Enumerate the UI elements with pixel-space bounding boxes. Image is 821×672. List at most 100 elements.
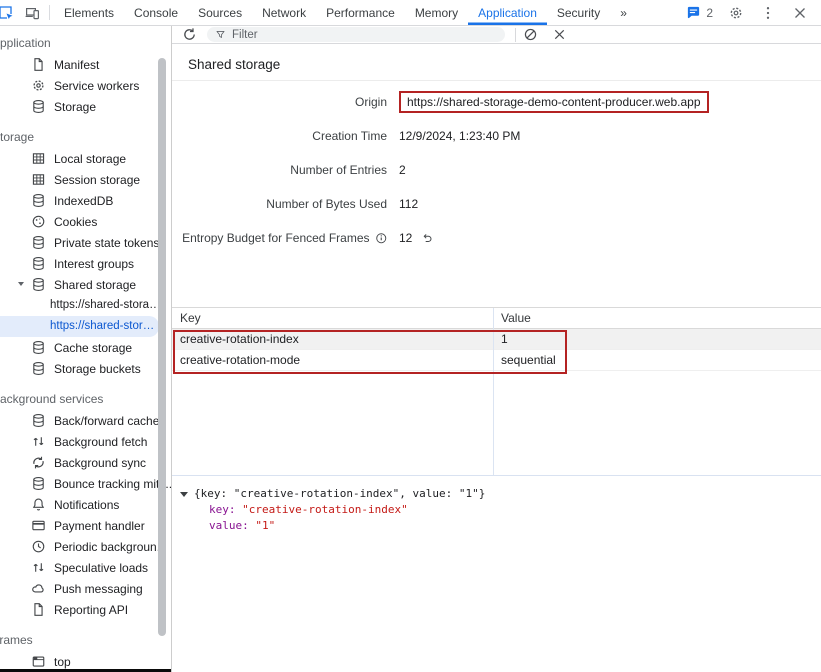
issues-counter[interactable]: 2 bbox=[682, 5, 717, 20]
property-name: key: bbox=[209, 503, 236, 516]
sidebar-item-service-workers[interactable]: Service workers bbox=[0, 75, 171, 96]
metadata-label: Number of Bytes Used bbox=[172, 197, 387, 211]
sidebar-item-background-sync[interactable]: Background sync bbox=[0, 452, 171, 473]
triangle-down-icon[interactable] bbox=[180, 492, 188, 497]
page-title: Shared storage bbox=[172, 44, 821, 81]
payment-card-icon bbox=[31, 518, 46, 533]
issues-count: 2 bbox=[706, 6, 713, 20]
database-icon bbox=[31, 193, 46, 208]
device-toolbar-icon[interactable] bbox=[19, 0, 45, 25]
tab-performance[interactable]: Performance bbox=[316, 0, 405, 25]
sidebar-item-interest-groups[interactable]: Interest groups bbox=[0, 253, 171, 274]
cell-value: 1 bbox=[493, 332, 821, 346]
metadata-row-bytes-used: Number of Bytes Used 112 bbox=[172, 187, 821, 221]
sidebar-item-back-forward-cache[interactable]: Back/forward cache bbox=[0, 410, 171, 431]
up-down-arrows-icon bbox=[31, 434, 46, 449]
entropy-budget-value: 12 bbox=[399, 231, 412, 245]
grid-icon bbox=[31, 151, 46, 166]
metadata-row-entropy-budget: Entropy Budget for Fenced Frames 12 bbox=[172, 221, 821, 255]
tab-memory[interactable]: Memory bbox=[405, 0, 468, 25]
property-name: value: bbox=[209, 519, 249, 532]
document-icon bbox=[31, 602, 46, 617]
sidebar-item-background-fetch[interactable]: Background fetch bbox=[0, 431, 171, 452]
table-row[interactable]: creative-rotation-mode sequential bbox=[172, 350, 821, 371]
sidebar-item-shared-storage-origin-1[interactable]: https://shared-storage... bbox=[0, 295, 165, 316]
sidebar-item-push-messaging[interactable]: Push messaging bbox=[0, 578, 171, 599]
cell-key: creative-rotation-index bbox=[172, 332, 493, 346]
info-icon[interactable] bbox=[375, 232, 388, 245]
devtools-toolbar-icons bbox=[0, 0, 54, 25]
refresh-icon[interactable] bbox=[180, 27, 199, 42]
property-value: "creative-rotation-index" bbox=[242, 503, 408, 516]
tab-elements[interactable]: Elements bbox=[54, 0, 124, 25]
column-header-value[interactable]: Value bbox=[493, 311, 821, 325]
column-divider[interactable] bbox=[493, 308, 494, 475]
close-devtools-icon[interactable] bbox=[787, 0, 813, 25]
chevron-down-icon[interactable] bbox=[18, 282, 24, 286]
toolbar-divider bbox=[49, 5, 50, 20]
application-sidebar: Application Manifest Service workers Sto… bbox=[0, 26, 172, 672]
delete-selected-icon[interactable] bbox=[545, 27, 574, 42]
sidebar-item-manifest[interactable]: Manifest bbox=[0, 54, 171, 75]
up-down-arrows-icon bbox=[31, 560, 46, 575]
database-icon bbox=[31, 277, 46, 292]
sidebar-item-shared-storage-origin-2-selected[interactable]: https://shared-storage... bbox=[0, 316, 159, 337]
section-header-storage: Storage bbox=[0, 126, 171, 148]
sidebar-section-application: Application Manifest Service workers Sto… bbox=[0, 32, 171, 117]
sidebar-item-periodic-background-sync[interactable]: Periodic backgroun... bbox=[0, 536, 171, 557]
bell-icon bbox=[31, 497, 46, 512]
sidebar-item-storage[interactable]: Storage bbox=[0, 96, 171, 117]
sidebar-item-cache-storage[interactable]: Cache storage bbox=[0, 337, 171, 358]
sidebar-item-storage-buckets[interactable]: Storage buckets bbox=[0, 358, 171, 379]
sidebar-item-local-storage[interactable]: Local storage bbox=[0, 148, 171, 169]
metadata-row-creation-time: Creation Time 12/9/2024, 1:23:40 PM bbox=[172, 119, 821, 153]
cookie-icon bbox=[31, 214, 46, 229]
preview-pane: {key: "creative-rotation-index", value: … bbox=[172, 476, 821, 534]
kebab-menu-icon[interactable] bbox=[755, 0, 781, 25]
document-icon bbox=[31, 57, 46, 72]
shared-storage-toolbar bbox=[172, 26, 821, 44]
metadata-label: Origin bbox=[172, 95, 387, 109]
tab-console[interactable]: Console bbox=[124, 0, 188, 25]
tab-security[interactable]: Security bbox=[547, 0, 610, 25]
settings-gear-icon[interactable] bbox=[723, 0, 749, 25]
sidebar-item-reporting-api[interactable]: Reporting API bbox=[0, 599, 171, 620]
shared-storage-metadata: Origin https://shared-storage-demo-conte… bbox=[172, 81, 821, 255]
sidebar-section-background-services: Background services Back/forward cache B… bbox=[0, 388, 171, 620]
grid-empty-area bbox=[172, 371, 821, 475]
grid-icon bbox=[31, 172, 46, 187]
devtools-tabbar: Elements Console Sources Network Perform… bbox=[0, 0, 821, 26]
sidebar-item-shared-storage[interactable]: Shared storage bbox=[0, 274, 171, 295]
metadata-label: Entropy Budget for Fenced Frames bbox=[182, 231, 369, 245]
tab-network[interactable]: Network bbox=[252, 0, 316, 25]
tab-sources[interactable]: Sources bbox=[188, 0, 252, 25]
grid-header-row: Key Value bbox=[172, 308, 821, 329]
shared-storage-items-grid: Key Value creative-rotation-index 1 crea… bbox=[172, 307, 821, 476]
sidebar-item-bounce-tracking[interactable]: Bounce tracking miti... bbox=[0, 473, 171, 494]
sidebar-item-speculative-loads[interactable]: Speculative loads bbox=[0, 557, 171, 578]
service-worker-icon bbox=[31, 78, 46, 93]
sidebar-scrollbar[interactable] bbox=[158, 58, 166, 636]
table-row[interactable]: creative-rotation-index 1 bbox=[172, 329, 821, 350]
more-tabs-button[interactable]: » bbox=[610, 0, 637, 25]
filter-field[interactable] bbox=[207, 27, 505, 42]
sidebar-item-payment-handler[interactable]: Payment handler bbox=[0, 515, 171, 536]
object-preview-summary: {key: "creative-rotation-index", value: … bbox=[194, 486, 485, 502]
sidebar-item-private-state-tokens[interactable]: Private state tokens bbox=[0, 232, 171, 253]
sidebar-item-indexeddb[interactable]: IndexedDB bbox=[0, 190, 171, 211]
creation-time-value: 12/9/2024, 1:23:40 PM bbox=[399, 129, 520, 143]
inspect-element-icon[interactable] bbox=[0, 0, 19, 25]
column-header-key[interactable]: Key bbox=[172, 311, 493, 325]
database-icon bbox=[31, 361, 46, 376]
metadata-label: Number of Entries bbox=[172, 163, 387, 177]
reset-budget-icon[interactable] bbox=[421, 232, 434, 245]
database-icon bbox=[31, 340, 46, 355]
tab-application[interactable]: Application bbox=[468, 0, 547, 25]
clear-all-icon[interactable] bbox=[516, 27, 545, 42]
clock-icon bbox=[31, 539, 46, 554]
sidebar-item-cookies[interactable]: Cookies bbox=[0, 211, 171, 232]
sidebar-item-session-storage[interactable]: Session storage bbox=[0, 169, 171, 190]
sidebar-item-notifications[interactable]: Notifications bbox=[0, 494, 171, 515]
filter-input[interactable] bbox=[232, 29, 497, 41]
filter-icon bbox=[215, 29, 226, 40]
